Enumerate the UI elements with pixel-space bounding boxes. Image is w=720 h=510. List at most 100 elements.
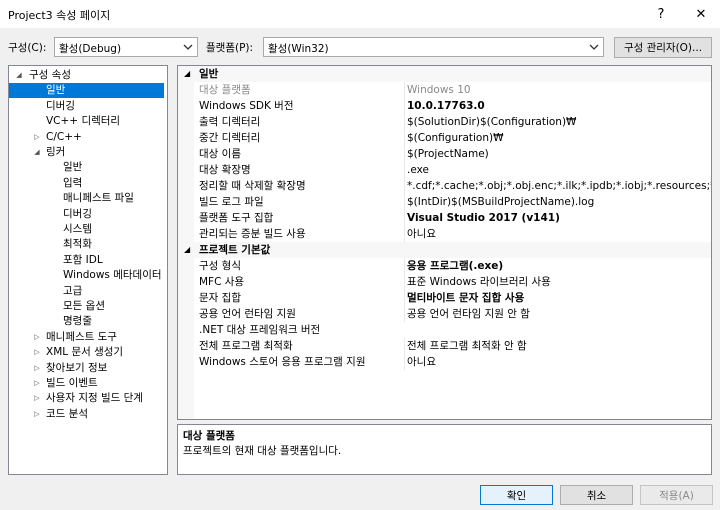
property-grid: ◢ 일반대상 플랫폼 Windows 10 Windows SDK 버전 10.0.17… bbox=[177, 65, 712, 420]
tree-item[interactable]: 시스템 bbox=[63, 222, 92, 237]
tree-expander-icon[interactable]: ◢ bbox=[33, 145, 41, 160]
tree-expander-icon[interactable]: ▷ bbox=[33, 376, 41, 391]
property-row[interactable]: 관리되는 증분 빌드 사용 아니요 bbox=[178, 226, 711, 242]
property-row[interactable]: 대상 플랫폼 Windows 10 bbox=[178, 82, 711, 98]
grid-category[interactable]: ◢ 프로젝트 기본값 bbox=[178, 242, 711, 258]
grid-category[interactable]: ◢ 일반 bbox=[178, 66, 711, 82]
property-row[interactable]: 대상 이름 $(ProjectName) bbox=[178, 146, 711, 162]
configuration-label: 구성(C): bbox=[8, 42, 47, 54]
platform-dropdown[interactable]: 활성(Win32) bbox=[263, 37, 604, 57]
tree-item[interactable]: 일반 bbox=[63, 160, 82, 175]
property-row[interactable]: 전체 프로그램 최적화 전체 프로그램 최적화 안 함 bbox=[178, 338, 711, 354]
property-row[interactable]: 구성 형식 응용 프로그램(.exe) bbox=[178, 258, 711, 274]
property-name: 출력 디렉터리 bbox=[199, 116, 261, 128]
tree-item[interactable]: VC++ 디렉터리 bbox=[46, 114, 120, 129]
property-name: .NET 대상 프레임워크 버전 bbox=[199, 324, 321, 336]
property-value[interactable]: $(ProjectName) bbox=[404, 146, 711, 162]
property-value[interactable]: .exe bbox=[404, 162, 711, 178]
tree-item[interactable]: XML 문서 생성기 bbox=[46, 345, 123, 360]
tree-item[interactable]: 빌드 이벤트 bbox=[46, 376, 98, 391]
title-bar: Project3 속성 페이지 ? ✕ bbox=[0, 0, 720, 28]
tree-item[interactable]: 링커 bbox=[46, 145, 65, 160]
tree-expander-icon[interactable]: ▷ bbox=[33, 391, 41, 406]
property-value[interactable]: $(Configuration)₩ bbox=[404, 130, 711, 146]
tree-item[interactable]: 최적화 bbox=[63, 237, 92, 252]
platform-value: 활성(Win32) bbox=[268, 43, 329, 55]
help-button[interactable]: ? bbox=[646, 0, 676, 28]
property-value[interactable]: 멀티바이트 문자 집합 사용 bbox=[404, 290, 711, 306]
collapse-icon[interactable]: ◢ bbox=[184, 242, 190, 258]
tree-expander-icon[interactable]: ▷ bbox=[33, 361, 41, 376]
property-value[interactable]: 아니요 bbox=[404, 354, 711, 370]
property-tree: ◢ 구성 속성 일반 디버깅 VC++ 디렉터리 ▷ C/C++ ◢ 링커 일반 입력 매니페스트 파… bbox=[8, 65, 168, 475]
property-name: 정리할 때 삭제할 확장명 bbox=[199, 180, 306, 192]
property-value[interactable]: 전체 프로그램 최적화 안 함 bbox=[404, 338, 711, 354]
description-title: 대상 플랫폼 bbox=[183, 430, 235, 442]
tree-item[interactable]: 찾아보기 정보 bbox=[46, 361, 107, 376]
tree-item[interactable]: 입력 bbox=[63, 176, 82, 191]
property-row[interactable]: 정리할 때 삭제할 확장명 *.cdf;*.cache;*.obj;*.obj.e… bbox=[178, 178, 711, 194]
property-name: 중간 디렉터리 bbox=[199, 132, 261, 144]
chevron-down-icon bbox=[589, 44, 599, 50]
property-name: 대상 플랫폼 bbox=[199, 84, 251, 96]
ok-button[interactable]: 확인 bbox=[480, 485, 553, 505]
property-name: 대상 이름 bbox=[199, 148, 241, 160]
property-row[interactable]: .NET 대상 프레임워크 버전 bbox=[178, 322, 711, 338]
tree-item[interactable]: 포함 IDL bbox=[63, 253, 103, 268]
property-row[interactable]: 공용 언어 런타임 지원 공용 언어 런타임 지원 안 함 bbox=[178, 306, 711, 322]
property-row[interactable]: 플랫폼 도구 집합 Visual Studio 2017 (v141) bbox=[178, 210, 711, 226]
property-row[interactable]: 출력 디렉터리 $(SolutionDir)$(Configuration)₩ bbox=[178, 114, 711, 130]
tree-item[interactable]: 매니페스트 파일 bbox=[63, 191, 134, 206]
property-value[interactable]: $(SolutionDir)$(Configuration)₩ bbox=[404, 114, 711, 130]
tree-expander-icon[interactable]: ▷ bbox=[33, 130, 41, 145]
apply-button[interactable]: 적용(A) bbox=[640, 485, 713, 505]
tree-item[interactable]: 모든 옵션 bbox=[63, 299, 105, 314]
property-name: Windows SDK 버전 bbox=[199, 100, 294, 112]
property-row[interactable]: MFC 사용 표준 Windows 라이브러리 사용 bbox=[178, 274, 711, 290]
tree-item[interactable]: 디버깅 bbox=[46, 99, 75, 114]
property-row[interactable]: 빌드 로그 파일 $(IntDir)$(MSBuildProjectName).l… bbox=[178, 194, 711, 210]
property-value[interactable]: 응용 프로그램(.exe) bbox=[404, 258, 711, 274]
close-icon: ✕ bbox=[695, 6, 707, 22]
property-value[interactable]: 공용 언어 런타임 지원 안 함 bbox=[404, 306, 711, 322]
tree-item[interactable]: Windows 메타데이터 bbox=[63, 268, 162, 283]
property-row[interactable]: Windows 스토어 응용 프로그램 지원 아니요 bbox=[178, 354, 711, 370]
tree-item[interactable]: 구성 속성 bbox=[29, 68, 71, 83]
tree-expander-icon[interactable]: ▷ bbox=[33, 407, 41, 422]
tree-expander-icon[interactable]: ◢ bbox=[15, 68, 23, 83]
tree-item[interactable]: C/C++ bbox=[46, 130, 82, 145]
tree-item[interactable]: 명령줄 bbox=[63, 314, 92, 329]
property-value[interactable]: $(IntDir)$(MSBuildProjectName).log bbox=[404, 194, 711, 210]
property-row[interactable]: 대상 확장명 .exe bbox=[178, 162, 711, 178]
tree-item[interactable]: 매니페스트 도구 bbox=[46, 330, 117, 345]
category-label: 프로젝트 기본값 bbox=[199, 244, 271, 256]
property-row[interactable]: 중간 디렉터리 $(Configuration)₩ bbox=[178, 130, 711, 146]
window-title: Project3 속성 페이지 bbox=[8, 9, 111, 22]
property-value[interactable]: 표준 Windows 라이브러리 사용 bbox=[404, 274, 711, 290]
property-value[interactable]: Visual Studio 2017 (v141) bbox=[404, 210, 711, 226]
property-value[interactable]: *.cdf;*.cache;*.obj;*.obj.enc;*.ilk;*.ip… bbox=[404, 178, 711, 194]
tree-item[interactable]: 일반 bbox=[9, 83, 164, 99]
property-name: 빌드 로그 파일 bbox=[199, 196, 264, 208]
collapse-icon[interactable]: ◢ bbox=[184, 66, 190, 82]
tree-expander-icon[interactable]: ▷ bbox=[33, 330, 41, 345]
configuration-dropdown[interactable]: 활성(Debug) bbox=[54, 37, 198, 57]
tree-item[interactable]: 코드 분석 bbox=[46, 407, 88, 422]
tree-item[interactable]: 사용자 지정 빌드 단계 bbox=[46, 391, 143, 406]
property-value[interactable]: 10.0.17763.0 bbox=[404, 98, 711, 114]
property-value[interactable]: 아니요 bbox=[404, 226, 711, 242]
tree-item[interactable]: 디버깅 bbox=[63, 207, 92, 222]
close-button[interactable]: ✕ bbox=[686, 0, 716, 28]
tree-item[interactable]: 고급 bbox=[63, 284, 82, 299]
property-row[interactable]: Windows SDK 버전 10.0.17763.0 bbox=[178, 98, 711, 114]
chevron-down-icon bbox=[183, 44, 193, 50]
tree-expander-icon[interactable]: ▷ bbox=[33, 345, 41, 360]
cancel-button[interactable]: 취소 bbox=[560, 485, 633, 505]
configuration-value: 활성(Debug) bbox=[59, 43, 122, 55]
property-name: Windows 스토어 응용 프로그램 지원 bbox=[199, 356, 366, 368]
property-name: MFC 사용 bbox=[199, 276, 245, 288]
property-value[interactable]: Windows 10 bbox=[404, 82, 711, 98]
configuration-manager-button[interactable]: 구성 관리자(O)... bbox=[614, 37, 712, 58]
property-row[interactable]: 문자 집합 멀티바이트 문자 집합 사용 bbox=[178, 290, 711, 306]
platform-label: 플랫폼(P): bbox=[206, 42, 254, 54]
